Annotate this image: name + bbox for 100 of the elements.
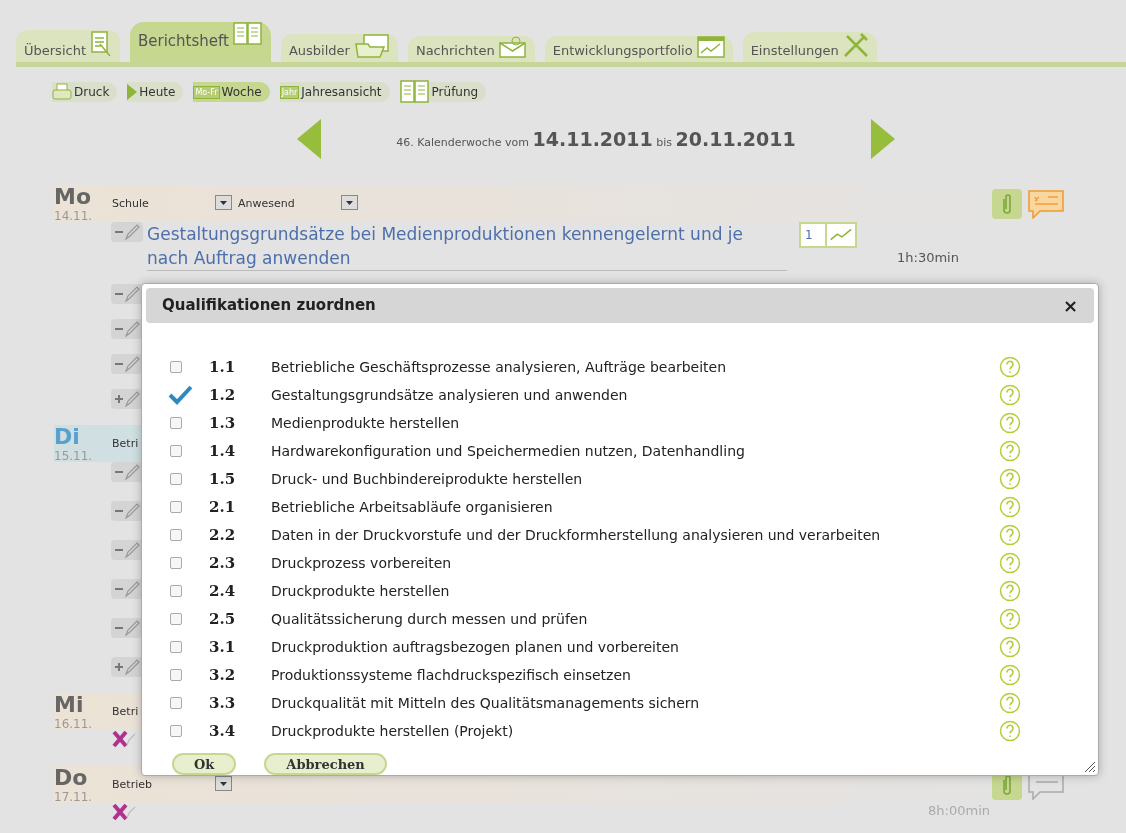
dialog-title: Qualifikationen zuordnen bbox=[162, 295, 376, 317]
qualification-label: Druckprodukte herstellen bbox=[271, 581, 451, 601]
remove-pencil-icon[interactable] bbox=[111, 319, 143, 339]
help-icon[interactable] bbox=[999, 468, 1021, 490]
checkbox[interactable] bbox=[170, 669, 182, 681]
qualification-label: Produktionssysteme flachdruckspezifisch einsetzen bbox=[271, 665, 632, 685]
checkbox[interactable] bbox=[168, 385, 192, 405]
qualification-label: Druckqualität mit Mitteln des Qualitätsmanagements sichern bbox=[271, 693, 701, 713]
duration-label: 1h:30min bbox=[897, 249, 959, 267]
nav-tab[interactable]: Berichtsheft bbox=[130, 22, 271, 62]
help-icon[interactable] bbox=[999, 692, 1021, 714]
remove-pencil-icon[interactable] bbox=[111, 501, 143, 521]
qualification-number: 3.3 bbox=[209, 692, 237, 714]
printer-icon bbox=[52, 83, 72, 101]
toolbar-button[interactable]: Druck bbox=[52, 82, 118, 102]
dialog-button[interactable]: Ok bbox=[172, 753, 237, 775]
checkbox[interactable] bbox=[170, 529, 182, 541]
help-icon[interactable] bbox=[999, 608, 1021, 630]
checkbox[interactable] bbox=[170, 501, 182, 513]
qualification-label: Daten in der Druckvorstufe und der Druckformherstellung analysieren und verarbeiten bbox=[271, 525, 882, 545]
toolbar-button[interactable]: Jahr Jahresansicht bbox=[279, 82, 390, 102]
qualification-label: Druck- und Buchbindereiprodukte herstellen bbox=[271, 469, 584, 489]
checkbox[interactable] bbox=[170, 725, 182, 737]
notepad-icon bbox=[90, 30, 112, 58]
remove-pencil-icon[interactable] bbox=[111, 222, 143, 242]
dropdown-icon[interactable] bbox=[215, 775, 232, 791]
qualification-number: 1.5 bbox=[209, 468, 237, 490]
remove-pencil-icon[interactable] bbox=[111, 579, 143, 599]
next-week-arrow-icon[interactable] bbox=[871, 119, 897, 159]
tools-icon bbox=[842, 32, 869, 58]
remove-pencil-icon[interactable] bbox=[111, 462, 143, 482]
nav-tab[interactable]: Ausbilder bbox=[280, 34, 398, 62]
checkbox[interactable] bbox=[170, 361, 182, 373]
remove-pencil-icon[interactable] bbox=[111, 618, 143, 638]
count-field[interactable]: 1 bbox=[799, 222, 857, 248]
nav-tab[interactable]: Nachrichten bbox=[407, 36, 535, 62]
checkbox[interactable] bbox=[170, 585, 182, 597]
weekday-label: Do bbox=[54, 766, 89, 790]
nav-tab[interactable]: Entwicklungsportfolio bbox=[544, 36, 733, 62]
qualification-number: 3.4 bbox=[209, 720, 237, 742]
close-button[interactable]: × bbox=[1062, 296, 1078, 315]
select-label: Schule bbox=[112, 197, 149, 210]
envelope-icon bbox=[498, 36, 527, 58]
help-icon[interactable] bbox=[999, 412, 1021, 434]
chart-icon bbox=[696, 36, 725, 58]
delete-icon[interactable] bbox=[111, 730, 137, 748]
remove-pencil-icon[interactable] bbox=[111, 354, 143, 374]
select-label: Anwesend bbox=[238, 197, 295, 210]
qualification-number: 3.1 bbox=[209, 636, 237, 658]
checkbox[interactable] bbox=[170, 613, 182, 625]
paperclip-icon[interactable] bbox=[992, 189, 1022, 219]
previous-week-arrow-icon[interactable] bbox=[295, 119, 321, 159]
delete-icon[interactable] bbox=[111, 803, 137, 821]
entry-link[interactable]: Gestaltungsgrundsätze bei Medienproduktionen kennengelernt und je nach Auftrag anwenden bbox=[147, 222, 787, 271]
qualification-label: Hardwarekonfiguration und Speichermedien nutzen, Datenhandling bbox=[271, 441, 746, 461]
help-icon[interactable] bbox=[999, 440, 1021, 462]
weekday-label: Di bbox=[54, 425, 81, 449]
checkbox[interactable] bbox=[170, 641, 182, 653]
help-icon[interactable] bbox=[999, 580, 1021, 602]
select-label: Betrieb bbox=[112, 778, 152, 791]
comment-icon[interactable] bbox=[1028, 189, 1064, 219]
qualification-number: 2.3 bbox=[209, 552, 237, 574]
add-pencil-icon[interactable] bbox=[111, 657, 143, 677]
checkbox[interactable] bbox=[170, 697, 182, 709]
qualification-number: 1.4 bbox=[209, 440, 237, 462]
qualification-label: Druckproduktion auftragsbezogen planen und vorbereiten bbox=[271, 637, 680, 657]
date-label: 17.11. bbox=[54, 790, 94, 804]
checkbox[interactable] bbox=[170, 445, 182, 457]
select-label: Betri bbox=[112, 437, 139, 450]
qualification-label: Medienprodukte herstellen bbox=[271, 413, 461, 433]
checkbox[interactable] bbox=[170, 473, 182, 485]
toolbar-button[interactable]: Mo-Fr Woche bbox=[193, 82, 270, 102]
checkbox[interactable] bbox=[170, 557, 182, 569]
checkbox[interactable] bbox=[170, 417, 182, 429]
duration-label: 8h:00min bbox=[928, 803, 990, 819]
resize-grip-icon[interactable] bbox=[1082, 759, 1096, 773]
help-icon[interactable] bbox=[999, 636, 1021, 658]
dropdown-icon[interactable] bbox=[215, 194, 232, 210]
help-icon[interactable] bbox=[999, 384, 1021, 406]
dialog-button[interactable]: Abbrechen bbox=[264, 753, 387, 775]
qualification-number: 3.2 bbox=[209, 664, 237, 686]
add-pencil-icon[interactable] bbox=[111, 389, 143, 409]
help-icon[interactable] bbox=[999, 720, 1021, 742]
nav-tab[interactable]: Einstellungen bbox=[742, 32, 877, 62]
toolbar-button[interactable]: Heute bbox=[127, 82, 184, 102]
dropdown-icon[interactable] bbox=[341, 194, 358, 210]
toolbar-button[interactable]: Prüfung bbox=[399, 82, 487, 102]
qualification-label: Qualitätssicherung durch messen und prüfen bbox=[271, 609, 589, 629]
help-icon[interactable] bbox=[999, 552, 1021, 574]
week-range: 46. Kalenderwoche vom 14.11.2011 bis 20.11.2011 bbox=[395, 126, 797, 152]
help-icon[interactable] bbox=[999, 524, 1021, 546]
date-label: 14.11. bbox=[54, 209, 94, 223]
qualification-number: 1.2 bbox=[209, 384, 237, 406]
remove-pencil-icon[interactable] bbox=[111, 540, 143, 560]
help-icon[interactable] bbox=[999, 356, 1021, 378]
help-icon[interactable] bbox=[999, 664, 1021, 686]
help-icon[interactable] bbox=[999, 496, 1021, 518]
remove-pencil-icon[interactable] bbox=[111, 284, 143, 304]
book-icon bbox=[232, 22, 263, 46]
nav-tab[interactable]: Übersicht bbox=[16, 30, 120, 62]
